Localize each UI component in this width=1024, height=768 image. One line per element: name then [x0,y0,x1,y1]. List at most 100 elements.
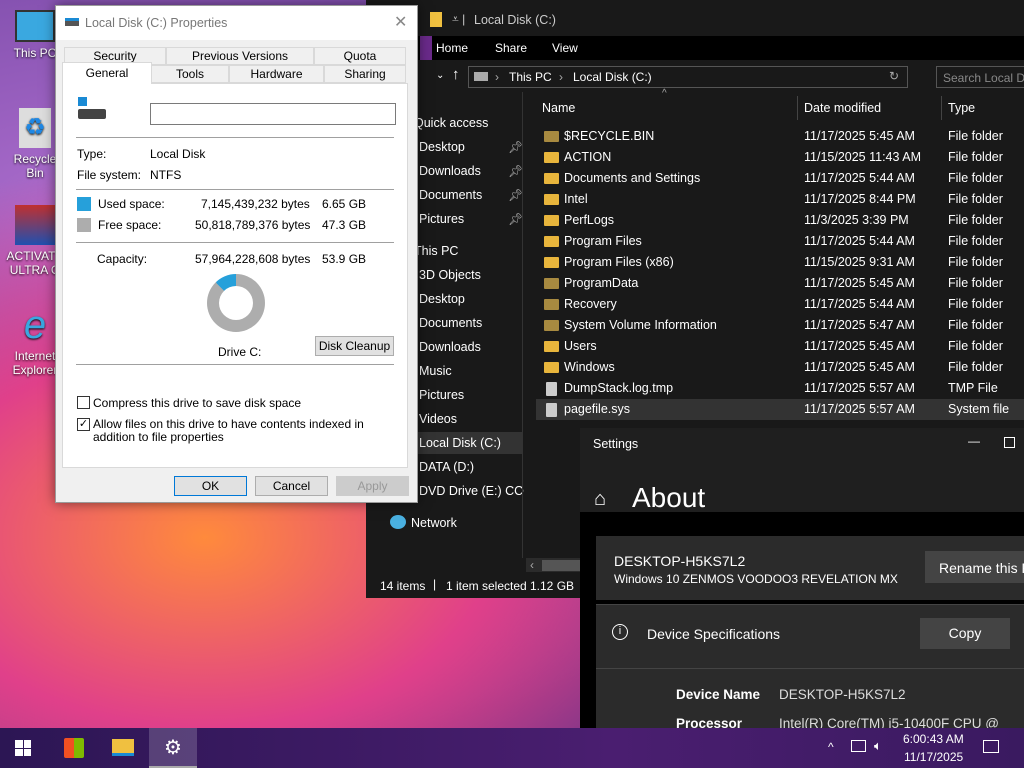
free-space-label: Free space: [98,218,162,232]
disk-cleanup-button[interactable]: Disk Cleanup [315,336,394,356]
nav-data-d[interactable]: DATA (D:) [419,460,474,474]
show-hidden-icons[interactable]: ^ [828,740,834,754]
horizontal-scrollbar[interactable]: ‹ [526,558,580,572]
action-center-icon[interactable] [983,740,999,753]
clock-time[interactable]: 6:00:43 AM [903,732,964,746]
file-row[interactable]: Program Files (x86) 11/15/2025 9:31 AM F… [536,252,1024,273]
file-type: File folder [948,360,1003,374]
volume-label-input[interactable] [150,103,396,125]
folder-icon [544,236,559,247]
nav-network[interactable]: Network [411,516,457,530]
search-input[interactable]: Search Local Di [936,66,1024,88]
nav-this-pc[interactable]: This PC [414,244,458,258]
folder-icon [544,341,559,352]
drive-icon [474,72,488,81]
spec-value-device-name: DESKTOP-H5KS7L2 [779,687,906,702]
file-row[interactable]: Program Files 11/17/2025 5:44 AM File fo… [536,231,1024,252]
rename-pc-button[interactable]: Rename this PC [925,551,1024,583]
minimize-button[interactable]: — [968,434,980,448]
file-row[interactable]: DumpStack.log.tmp 11/17/2025 5:57 AM TMP… [536,378,1024,399]
file-name: PerfLogs [564,213,615,227]
volume-icon[interactable]: 🔈︎ [874,738,882,754]
tab-hardware[interactable]: Hardware [229,65,324,83]
file-row[interactable]: ACTION 11/15/2025 11:43 AM File folder [536,147,1024,168]
copy-button[interactable]: Copy [920,618,1010,649]
nav-documents[interactable]: Documents [419,316,482,330]
nav-quick-pictures[interactable]: Pictures [419,212,464,226]
tab-sharing[interactable]: Sharing [324,65,406,83]
tab-quota[interactable]: Quota [314,47,406,65]
file-type: TMP File [948,381,998,395]
nav-3d-objects[interactable]: 3D Objects [419,268,481,282]
file-explorer-taskbar-icon[interactable] [112,739,134,756]
used-space-bytes: 7,145,439,232 bytes [201,197,310,211]
maximize-button[interactable] [1004,437,1015,448]
close-icon[interactable]: ✕ [394,12,407,32]
nav-downloads[interactable]: Downloads [419,340,481,354]
nav-dvd-drive-e[interactable]: DVD Drive (E:) CCC( [419,484,524,498]
store-icon[interactable] [64,738,84,758]
network-tray-icon[interactable] [851,740,866,752]
file-icon [546,382,557,396]
file-row[interactable]: Intel 11/17/2025 8:44 PM File folder [536,189,1024,210]
nav-quick-access[interactable]: Quick access [414,116,488,130]
ribbon-tab-view[interactable]: View [552,41,578,55]
file-name: Program Files [564,234,642,248]
index-checkbox[interactable]: ✓ [77,418,90,431]
status-item-count: 14 items [380,579,426,593]
file-row[interactable]: Documents and Settings 11/17/2025 5:44 A… [536,168,1024,189]
quick-access-dropdown[interactable]: ⩡ | [452,12,465,27]
ribbon-tab-share[interactable]: Share [495,41,527,55]
up-arrow-icon[interactable]: ↑ [452,66,460,83]
file-type: File folder [948,318,1003,332]
file-type: File folder [948,339,1003,353]
column-header-type[interactable]: Type [948,101,975,115]
file-row[interactable]: pagefile.sys 11/17/2025 5:57 AM System f… [536,399,1024,420]
nav-pictures[interactable]: Pictures [419,388,464,402]
column-header-name[interactable]: Name [542,101,575,115]
file-row[interactable]: $RECYCLE.BIN 11/17/2025 5:45 AM File fol… [536,126,1024,147]
breadcrumb-this-pc[interactable]: This PC [509,70,552,84]
refresh-icon[interactable]: ↻ [889,69,899,83]
folder-icon [544,131,559,142]
address-bar[interactable]: › This PC › Local Disk (C:) ↻ [468,66,908,88]
column-header-date[interactable]: Date modified [804,101,881,115]
ribbon-tab-home[interactable]: Home [436,41,468,55]
file-date: 11/17/2025 5:57 AM [804,381,915,395]
compress-checkbox[interactable] [77,396,90,409]
tab-previous-versions[interactable]: Previous Versions [166,47,314,65]
nav-quick-desktop[interactable]: Desktop [419,140,465,154]
clock-date[interactable]: 11/17/2025 [904,750,963,764]
tab-general[interactable]: General [62,62,152,84]
settings-taskbar-icon[interactable]: ⚙ [149,728,197,768]
file-system-label: File system: [77,168,142,182]
file-name: Recovery [564,297,617,311]
taskbar: ⚙ ^ 🔈︎ 6:00:43 AM 11/17/2025 [0,728,1024,768]
file-row[interactable]: Recovery 11/17/2025 5:44 AM File folder [536,294,1024,315]
file-row[interactable]: PerfLogs 11/3/2025 3:39 PM File folder [536,210,1024,231]
file-name: Documents and Settings [564,171,701,185]
file-row[interactable]: Windows 11/17/2025 5:45 AM File folder [536,357,1024,378]
apply-button[interactable]: Apply [336,476,409,496]
ok-button[interactable]: OK [174,476,247,496]
monitor-icon [15,10,55,42]
nav-desktop[interactable]: Desktop [419,292,465,306]
file-type: File folder [948,192,1003,206]
nav-music[interactable]: Music [419,364,452,378]
file-row[interactable]: ProgramData 11/17/2025 5:45 AM File fold… [536,273,1024,294]
file-row[interactable]: System Volume Information 11/17/2025 5:4… [536,315,1024,336]
tab-tools[interactable]: Tools [151,65,229,83]
recent-locations-icon[interactable]: ⌄ [436,70,444,81]
nav-local-disk-c[interactable]: Local Disk (C:) [419,436,501,450]
nav-quick-downloads[interactable]: Downloads [419,164,481,178]
file-row[interactable]: Users 11/17/2025 5:45 AM File folder [536,336,1024,357]
spec-label-device-name: Device Name [676,687,761,702]
start-button[interactable] [15,740,31,756]
cancel-button[interactable]: Cancel [255,476,328,496]
breadcrumb-local-disk[interactable]: Local Disk (C:) [573,70,652,84]
home-icon[interactable]: ⌂ [594,488,606,511]
nav-quick-documents[interactable]: Documents [419,188,482,202]
icon-label: Internet Explorer [12,349,58,377]
nav-videos[interactable]: Videos [419,412,457,426]
properties-dialog: Local Disk (C:) Properties ✕ Security Pr… [55,5,418,503]
